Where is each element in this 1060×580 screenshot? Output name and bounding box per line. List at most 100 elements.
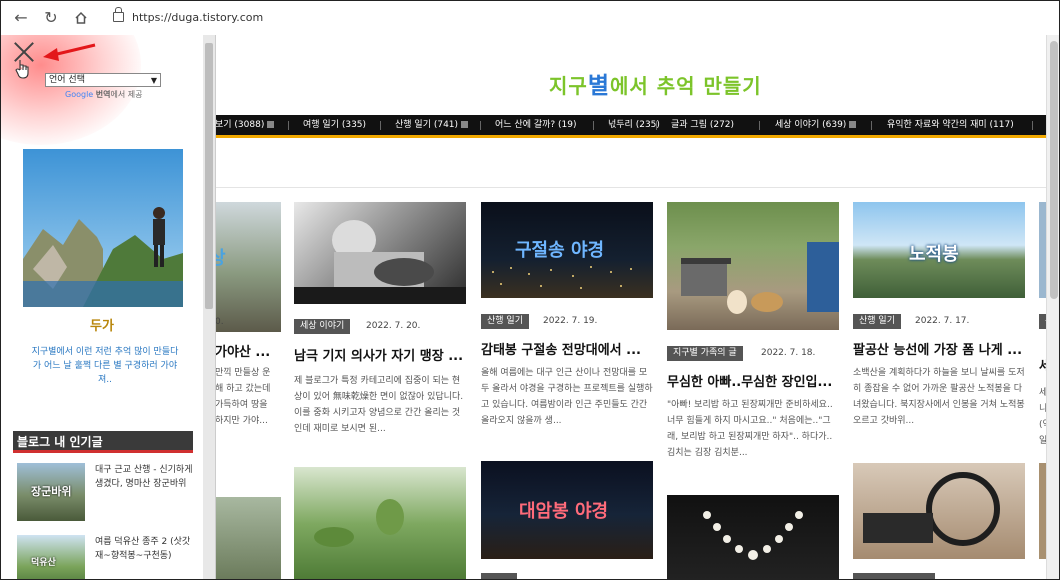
thumbnail-label: 노적봉 (909, 244, 959, 265)
nav-item[interactable]: 넋두리 (235) (608, 115, 660, 135)
category-nav: 보기 (3088) 여행 일기 (335) 산행 일기 (741) 어느 산에 … (215, 115, 1059, 138)
category-tag[interactable]: 지구별 가족의 글 (667, 346, 743, 361)
category-tag[interactable]: 산행 일기 (481, 314, 529, 329)
scrollbar-thumb[interactable] (205, 43, 213, 309)
divider (215, 187, 1059, 188)
plus-icon (267, 121, 275, 128)
nav-separator (1032, 121, 1033, 130)
nav-separator (288, 121, 289, 130)
nav-item-label: 어느 산에 갈까? (19) (495, 120, 577, 130)
nav-item-label: 보기 (3088) (215, 120, 265, 130)
profile-description: 지구별에서 이런 저런 추억 많이 만들다가 어느 날 훌쩍 다른 별 구경하러… (31, 347, 179, 385)
note-suffix: 에서 제공 (110, 90, 143, 99)
thumbnail-label: 상 (215, 244, 226, 270)
home-icon[interactable] (71, 8, 91, 28)
nav-item-label: 글과 그림 (272) (671, 120, 735, 130)
back-arrow-icon[interactable]: ← (11, 8, 31, 28)
nav-item[interactable]: 유익한 자료와 약간의 재미 (117) (887, 115, 1014, 135)
popular-post-thumbnail[interactable]: 장군바위 (17, 463, 85, 521)
thumbnail-label: 구절송 야경 (515, 240, 605, 261)
post-thumbnail[interactable]: 상 (215, 202, 281, 332)
nav-item-label: 유익한 자료와 약간의 재미 (117) (887, 120, 1014, 130)
hand-cursor-icon (15, 60, 29, 79)
post-excerpt: "아빠! 보리밥 하고 된장찌개만 준비하세요.. 너무 힘들게 하지 마시고요… (667, 400, 833, 458)
thumbnail-label: 덕유산 (31, 558, 56, 568)
popular-post-title[interactable]: 대구 근교 산행 - 신기하게 생겼다, 명마산 장군바위 (95, 463, 195, 491)
nav-separator (593, 121, 594, 130)
nav-item-label: 여행 일기 (335) (303, 120, 367, 130)
nav-item-label: 넋두리 (235) (608, 120, 660, 130)
post-date: 2022. 7. 17. (915, 316, 970, 326)
plus-icon (461, 121, 469, 128)
post-excerpt: 제 블로그가 특정 카테고리에 집중이 되는 현상이 있어 無味乾燥한 면이 없… (294, 376, 464, 434)
post-date: 0. (215, 317, 224, 327)
site-title-part: 지구 (549, 74, 588, 98)
nav-item[interactable]: 보기 (3088) (215, 115, 275, 135)
post-date: 2022. 7. 18. (761, 348, 816, 358)
site-title[interactable]: 지구별에서 추억 만들기 (549, 66, 762, 100)
post-date: 2022. 7. 20. (366, 321, 421, 331)
nav-item[interactable]: 어느 산에 갈까? (19) (495, 115, 577, 135)
post-thumbnail[interactable] (215, 497, 281, 579)
post-thumbnail[interactable] (853, 463, 1025, 559)
nav-separator (480, 121, 481, 130)
post-title[interactable]: 무심한 아빠..무심한 장인입... (667, 371, 832, 390)
thumbnail-label: 장군바위 (31, 485, 72, 498)
translate-link[interactable]: 번역 (96, 90, 111, 99)
post-thumbnail[interactable] (294, 202, 466, 304)
nav-separator (656, 121, 657, 130)
category-tag[interactable] (481, 573, 517, 579)
category-tag[interactable] (853, 573, 935, 579)
page-scrollbar[interactable] (1046, 35, 1059, 579)
sidebar-scrollbar[interactable] (203, 35, 215, 579)
nav-item[interactable]: 여행 일기 (335) (303, 115, 366, 135)
post-title[interactable]: 팔공산 능선에 가장 폼 나게 ... (853, 339, 1022, 358)
popular-post-title[interactable]: 여름 덕유산 종주 2 (삿갓재~향적봉~구천동) (95, 535, 195, 563)
red-arrow-icon (43, 43, 96, 61)
plus-icon (849, 121, 857, 128)
post-thumbnail[interactable] (294, 467, 466, 579)
popular-post-thumbnail[interactable]: 덕유산 (17, 535, 85, 579)
site-title-part: 별 (587, 73, 610, 99)
post-thumbnail[interactable]: 구절송 야경 (481, 202, 653, 298)
nav-item-label: 세상 이야기 (639) (775, 120, 847, 130)
reload-icon[interactable]: ↻ (41, 8, 61, 28)
popular-post-item[interactable]: 장군바위 대구 근교 산행 - 신기하게 생겼다, 명마산 장군바위 (17, 463, 197, 523)
google-translate-note: Google 번역에서 제공 (65, 89, 142, 100)
lock-icon (113, 7, 124, 22)
popular-post-item[interactable]: 덕유산 여름 덕유산 종주 2 (삿갓재~향적봉~구천동) (17, 535, 197, 579)
profile-name[interactable]: 두가 (1, 315, 203, 334)
post-title[interactable]: 가야산 ... (215, 341, 270, 360)
post-thumbnail[interactable] (667, 495, 839, 579)
category-tag[interactable]: 산행 일기 (853, 314, 901, 329)
category-tag[interactable]: 세상 이야기 (294, 319, 351, 334)
post-title[interactable]: 남극 기지 의사가 자기 맹장 ... (294, 345, 463, 364)
nav-item[interactable]: 글과 그림 (272) (671, 115, 734, 135)
post-thumbnail[interactable]: 노적봉 (853, 202, 1025, 298)
post-title[interactable]: 감태봉 구절송 전망대에서 ... (481, 339, 641, 358)
language-select[interactable]: 언어 선택 ▼ (45, 73, 161, 87)
language-select-value: 언어 선택 (49, 75, 85, 85)
url-text: https://duga.tistory.com (132, 11, 264, 24)
post-excerpt: 소백산을 계획하다가 하늘을 보니 날씨를 도저히 종잡을 수 없어 가까운 팔… (853, 368, 1025, 426)
sidebar-panel: 언어 선택 ▼ Google 번역에서 제공 두가 지구별에서 이런 저런 추억 … (1, 35, 216, 579)
scrollbar-thumb[interactable] (1050, 41, 1058, 299)
address-bar[interactable]: https://duga.tistory.com (113, 7, 264, 28)
chevron-down-icon: ▼ (150, 76, 157, 85)
nav-separator (871, 121, 872, 130)
google-logo-text: Google (65, 90, 94, 99)
nav-item-label: 산행 일기 (741) (395, 120, 459, 130)
profile-image[interactable] (23, 149, 183, 307)
browser-toolbar: ← ↻ https://duga.tistory.com (1, 1, 1059, 36)
post-excerpt: 올해 여름에는 대구 인근 산이나 전망대를 모두 올라서 야경을 구경하는 프… (481, 368, 653, 426)
blog-main: 지구별에서 추억 만들기 보기 (3088) 여행 일기 (335) 산행 일기… (215, 35, 1059, 579)
nav-item[interactable]: 세상 이야기 (639) (775, 115, 857, 135)
nav-item[interactable]: 산행 일기 (741) (395, 115, 469, 135)
popular-posts-heading: 블로그 내 인기글 (13, 431, 193, 453)
post-thumbnail[interactable]: 대암봉 야경 (481, 461, 653, 559)
post-thumbnail[interactable] (667, 202, 839, 330)
post-excerpt: 만끽 만들상 운해 하고 갔는데 가득하여 땅을 하지만 가야... (215, 368, 271, 426)
thumbnail-label: 대암봉 야경 (519, 501, 609, 522)
nav-separator (759, 121, 760, 130)
site-title-part: 에서 추억 만들기 (609, 74, 762, 98)
